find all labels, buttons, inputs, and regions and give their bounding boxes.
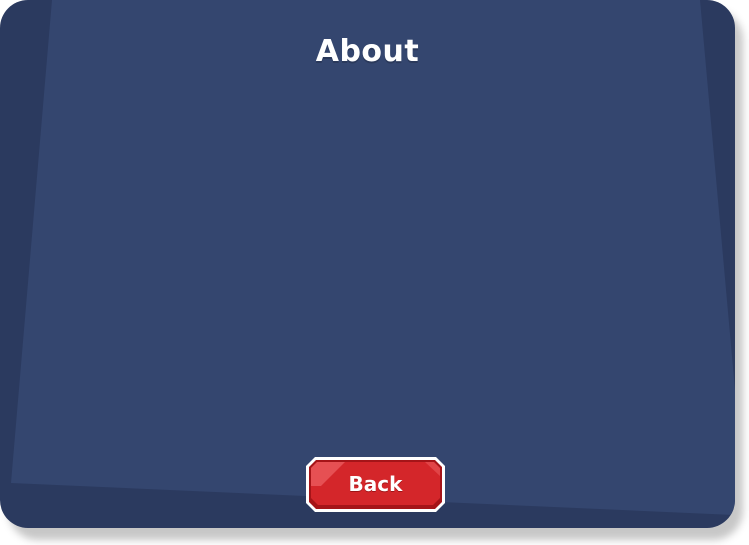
panel-background — [11, 0, 735, 515]
back-button-label: Back — [348, 472, 403, 496]
page-title: About — [315, 34, 420, 69]
about-panel: About Back — [0, 0, 735, 528]
about-screen: About Back — [0, 0, 749, 545]
back-button[interactable]: Back — [305, 456, 446, 513]
